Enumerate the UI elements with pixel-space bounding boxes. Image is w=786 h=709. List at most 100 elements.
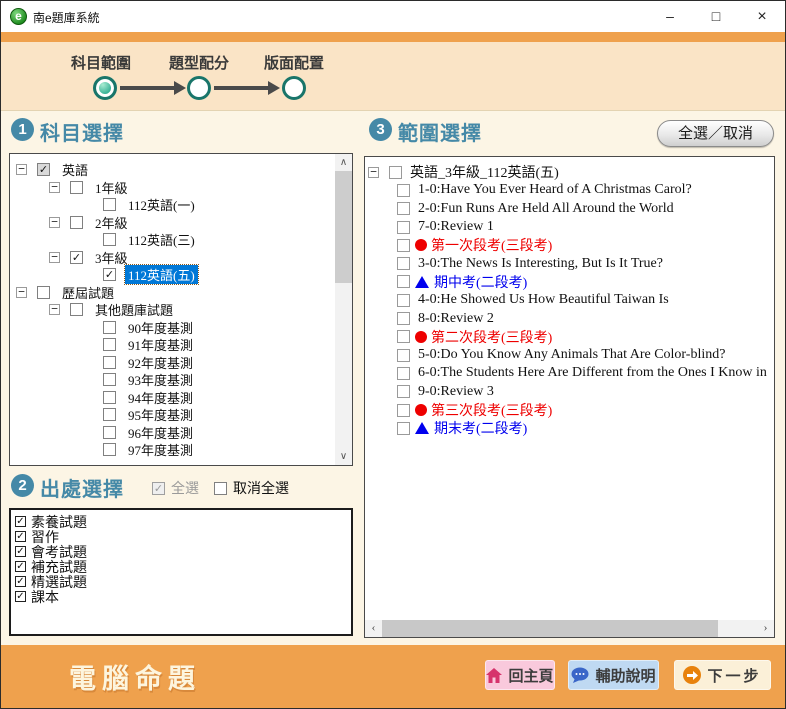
tree-row[interactable]: ✓112英語(五) [10, 266, 352, 284]
tree-label[interactable]: 歷屆試題 [59, 283, 117, 302]
source-checkbox[interactable]: ✓ [15, 531, 26, 542]
scroll-up-icon[interactable]: ∧ [335, 154, 352, 171]
scrollbar-thumb[interactable] [382, 620, 718, 637]
source-list-item[interactable]: ✓素養試題 [12, 514, 351, 529]
source-checkbox[interactable]: ✓ [15, 576, 26, 587]
source-checkbox[interactable]: ✓ [15, 561, 26, 572]
collapse-icon[interactable]: − [49, 252, 60, 263]
tree-checkbox[interactable] [397, 294, 410, 307]
tree-row[interactable]: 2-0:Fun Runs Are Held All Around the Wor… [365, 200, 774, 218]
tree-label[interactable]: 94年度基測 [125, 388, 196, 407]
tree-row[interactable]: −英語_3年級_112英語(五) [365, 163, 774, 181]
close-button[interactable]: × [739, 1, 785, 32]
tree-row[interactable]: 92年度基測 [10, 354, 352, 372]
tree-checkbox[interactable] [397, 202, 410, 215]
tree-row[interactable]: 97年度基測 [10, 441, 352, 459]
tree-checkbox[interactable] [103, 426, 116, 439]
tree-checkbox[interactable] [70, 303, 83, 316]
tree-row[interactable]: − 歷屆試題 [10, 284, 352, 302]
home-button[interactable]: 回主頁 [485, 660, 555, 690]
tree-label[interactable]: 期中考(二段考) [431, 272, 530, 292]
tree-row[interactable]: 96年度基測 [10, 424, 352, 442]
tree-label[interactable]: 90年度基測 [125, 318, 196, 337]
tree-label[interactable]: 1年級 [92, 178, 131, 197]
tree-row[interactable]: 90年度基測 [10, 319, 352, 337]
tree-label[interactable]: 2年級 [92, 213, 131, 232]
tree-label[interactable]: 其他題庫試題 [92, 300, 176, 319]
tree-label[interactable]: 4-0:He Showed Us How Beautiful Taiwan Is [415, 292, 672, 308]
tree-checkbox[interactable] [397, 257, 410, 270]
select-all-checkbox[interactable]: ✓ [152, 482, 165, 495]
tree-row[interactable]: − 其他題庫試題 [10, 301, 352, 319]
tree-label[interactable]: 97年度基測 [125, 440, 196, 459]
tree-row[interactable]: 第三次段考(三段考) [365, 401, 774, 419]
tree-checkbox[interactable] [397, 330, 410, 343]
tree-row[interactable]: 期中考(二段考) [365, 273, 774, 291]
tree-row[interactable]: 9-0:Review 3 [365, 383, 774, 401]
tree-row[interactable]: − 2年級 [10, 214, 352, 232]
tree-checkbox[interactable] [397, 349, 410, 362]
tree-label[interactable]: 7-0:Review 1 [415, 219, 497, 235]
tree-label[interactable]: 第三次段考(三段考) [428, 400, 555, 420]
tree-checkbox[interactable] [397, 184, 410, 197]
tree-checkbox[interactable] [397, 239, 410, 252]
source-checkbox[interactable]: ✓ [15, 591, 26, 602]
deselect-all-checkbox-group[interactable]: 取消全選 [214, 478, 289, 498]
scrollbar-thumb[interactable] [335, 171, 352, 283]
tree-label[interactable]: 8-0:Review 2 [415, 311, 497, 327]
tree-row[interactable]: 3-0:The News Is Interesting, But Is It T… [365, 254, 774, 272]
tree-row[interactable]: 112英語(一) [10, 196, 352, 214]
tree-label[interactable]: 93年度基測 [125, 370, 196, 389]
tree-checkbox[interactable]: ✓ [103, 268, 116, 281]
scroll-right-icon[interactable]: › [757, 620, 774, 637]
tree-checkbox[interactable] [103, 233, 116, 246]
deselect-all-checkbox[interactable] [214, 482, 227, 495]
tree-checkbox[interactable] [103, 356, 116, 369]
collapse-icon[interactable]: − [16, 164, 27, 175]
source-checkbox[interactable]: ✓ [15, 546, 26, 557]
tree-label[interactable]: 期末考(二段考) [431, 418, 530, 438]
tree-label[interactable]: 1-0:Have You Ever Heard of A Christmas C… [415, 182, 695, 198]
tree-checkbox[interactable] [397, 385, 410, 398]
tree-checkbox[interactable] [103, 443, 116, 456]
tree-checkbox[interactable] [397, 312, 410, 325]
select-all-checkbox-group[interactable]: ✓ 全選 [152, 478, 199, 498]
collapse-icon[interactable]: − [49, 304, 60, 315]
tree-row[interactable]: 第二次段考(三段考) [365, 328, 774, 346]
tree-label[interactable]: 92年度基測 [125, 353, 196, 372]
source-checkbox[interactable]: ✓ [15, 516, 26, 527]
tree-label[interactable]: 第一次段考(三段考) [428, 235, 555, 255]
collapse-icon[interactable]: − [49, 182, 60, 193]
collapse-icon[interactable]: − [368, 167, 379, 178]
tree-row[interactable]: 第一次段考(三段考) [365, 236, 774, 254]
tree-row[interactable]: 8-0:Review 2 [365, 309, 774, 327]
scroll-left-icon[interactable]: ‹ [365, 620, 382, 637]
tree-checkbox[interactable] [397, 221, 410, 234]
collapse-icon[interactable]: − [16, 287, 27, 298]
tree-checkbox[interactable] [103, 321, 116, 334]
tree-row[interactable]: 期末考(二段考) [365, 419, 774, 437]
tree-label[interactable]: 6-0:The Students Here Are Different from… [415, 365, 770, 381]
tree-checkbox[interactable] [397, 367, 410, 380]
tree-label[interactable]: 9-0:Review 3 [415, 384, 497, 400]
tree-row[interactable]: 93年度基測 [10, 371, 352, 389]
tree-row[interactable]: 7-0:Review 1 [365, 218, 774, 236]
vertical-scrollbar[interactable]: ∧ ∨ [335, 154, 352, 465]
tree-label[interactable]: 3年級 [92, 248, 131, 267]
tree-checkbox[interactable] [103, 391, 116, 404]
step-circle-1-active[interactable] [93, 76, 117, 100]
maximize-button[interactable]: □ [693, 1, 739, 32]
tree-row[interactable]: 95年度基測 [10, 406, 352, 424]
tree-row[interactable]: 94年度基測 [10, 389, 352, 407]
tree-checkbox[interactable] [397, 422, 410, 435]
source-list-item[interactable]: ✓精選試題 [12, 574, 351, 589]
tree-label[interactable]: 95年度基測 [125, 405, 196, 424]
collapse-icon[interactable]: − [49, 217, 60, 228]
tree-row[interactable]: 5-0:Do You Know Any Animals That Are Col… [365, 346, 774, 364]
tree-label[interactable]: 112英語(一) [125, 195, 198, 214]
minimize-button[interactable]: – [647, 1, 693, 32]
tree-label[interactable]: 2-0:Fun Runs Are Held All Around the Wor… [415, 201, 677, 217]
tree-row[interactable]: − 1年級 [10, 179, 352, 197]
tree-label[interactable]: 3-0:The News Is Interesting, But Is It T… [415, 256, 666, 272]
tree-row[interactable]: 6-0:The Students Here Are Different from… [365, 364, 774, 382]
